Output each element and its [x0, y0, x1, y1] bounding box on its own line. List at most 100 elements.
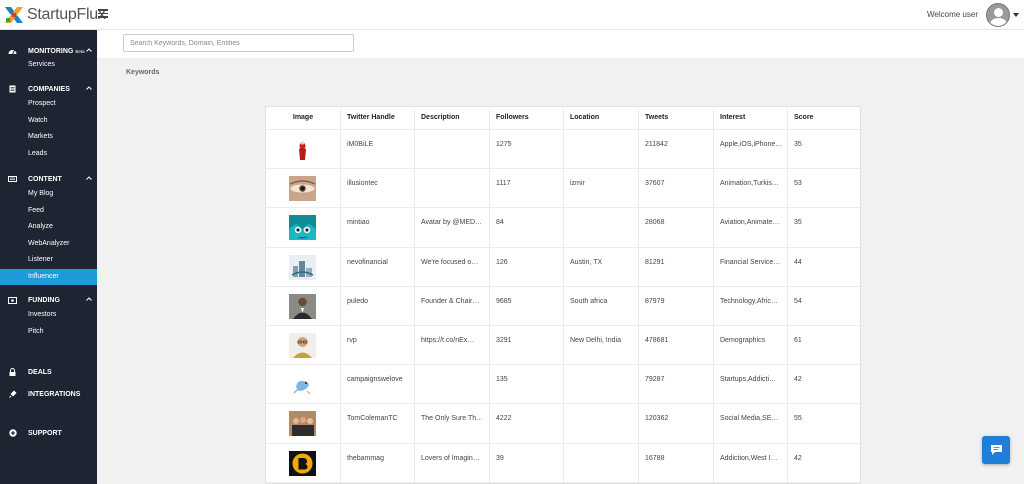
table-row[interactable]: puledo Founder & Chair… 9685 South africa 87…	[266, 286, 860, 326]
description-cell: Avatar by @MED…	[415, 208, 490, 247]
table-row[interactable]: mintiao Avatar by @MED… 84 28068 Aviation,An…	[266, 208, 860, 248]
tweets-cell: 478681	[639, 326, 714, 365]
profile-image[interactable]	[289, 137, 316, 162]
location-cell	[564, 208, 639, 247]
sidebar-header-support[interactable]: SUPPORT	[0, 426, 97, 440]
sidebar-section-title: DEALS	[28, 368, 52, 376]
sidebar-header-monitoring[interactable]: MONITORING Beta	[0, 44, 97, 58]
sidebar-item-feed[interactable]: Feed	[0, 203, 97, 220]
followers-cell: 126	[490, 247, 564, 286]
influencer-table: Image Twitter Handle Description Followe…	[265, 106, 861, 484]
table-row[interactable]: iM0BiLE 1275 211842 Apple,iOS,iPhone… 35	[266, 130, 860, 170]
table-row[interactable]: campaignswelove 135 79287 Startups,Addicti……	[266, 365, 860, 405]
sidebar: MONITORING Beta Services COMPANIES Prosp…	[0, 30, 97, 484]
image-cell	[266, 169, 341, 208]
sidebar-header-funding[interactable]: FUNDING	[0, 293, 97, 307]
chevron-up-icon	[86, 47, 92, 53]
caret-down-icon[interactable]	[1013, 13, 1019, 17]
location-cell: New Delhi, India	[564, 326, 639, 365]
twitter-handle-cell: thebammag	[341, 443, 415, 482]
sidebar-item-listener[interactable]: Listener	[0, 252, 97, 269]
column-header-location[interactable]: Location	[564, 107, 639, 129]
twitter-handle-cell: illusiontec	[341, 169, 415, 208]
tweets-cell: 37607	[639, 169, 714, 208]
sidebar-item-investors[interactable]: Investors	[0, 307, 97, 324]
chevron-up-icon	[86, 175, 92, 181]
profile-image[interactable]	[289, 372, 316, 398]
sidebar-section-title: FUNDING	[28, 296, 60, 304]
sidebar-item-influencer[interactable]: Influencer	[0, 268, 97, 285]
table-row[interactable]: nevofinancial We're focused o… 126 Austin, …	[266, 247, 860, 287]
description-cell	[415, 365, 490, 404]
tweets-cell: 28068	[639, 208, 714, 247]
profile-image[interactable]	[289, 176, 316, 202]
table-row[interactable]: TomColemanTC The Only Sure Th… 4222 120362 S…	[266, 404, 860, 444]
image-cell	[266, 443, 341, 482]
description-cell: Lovers of Imagin…	[415, 443, 490, 482]
description-cell	[415, 169, 490, 208]
column-header-tweets[interactable]: Tweets	[639, 107, 714, 129]
table-row[interactable]: rvp https://t.co/nEx… 3291 New Delhi, India…	[266, 326, 860, 366]
tweets-cell: 79287	[639, 365, 714, 404]
sidebar-header-deals[interactable]: DEALS	[0, 365, 97, 379]
sidebar-header-companies[interactable]: COMPANIES	[0, 82, 97, 96]
location-cell	[564, 130, 639, 169]
twitter-handle-cell: iM0BiLE	[341, 130, 415, 169]
chat-button[interactable]	[982, 436, 1010, 464]
sidebar-item-my-blog[interactable]: My Blog	[0, 186, 97, 203]
sidebar-item-services[interactable]: Services	[0, 58, 97, 72]
app-logo[interactable]: StartupFlux	[4, 5, 106, 25]
tweets-cell: 120362	[639, 404, 714, 443]
sidebar-item-prospect[interactable]: Prospect	[0, 96, 97, 113]
description-cell: The Only Sure Th…	[415, 404, 490, 443]
table-row[interactable]: illusiontec 1117 izmir 37607 Animation,Turki…	[266, 169, 860, 209]
profile-image[interactable]	[289, 293, 316, 319]
top-bar: StartupFlux Welcome user	[0, 0, 1024, 30]
profile-image[interactable]	[289, 215, 316, 241]
startupflux-logo-icon	[4, 5, 24, 25]
profile-image[interactable]	[289, 411, 316, 437]
interest-cell: Animation,Turkis…	[714, 169, 788, 208]
interest-cell: Financial Service…	[714, 247, 788, 286]
interest-cell: Demographics	[714, 326, 788, 365]
user-avatar[interactable]	[986, 3, 1010, 27]
menu-toggle-icon[interactable]	[98, 9, 108, 18]
sidebar-item-pitch[interactable]: Pitch	[0, 324, 97, 341]
sidebar-section-funding: FUNDING Investors Pitch	[0, 293, 97, 340]
column-header-interest[interactable]: Interest	[714, 107, 788, 129]
column-header-score[interactable]: Score	[788, 107, 860, 129]
dashboard-icon	[8, 47, 17, 55]
interest-cell: Aviation,Animate…	[714, 208, 788, 247]
plus-circle-icon	[8, 429, 17, 437]
tweets-cell: 211842	[639, 130, 714, 169]
followers-cell: 9685	[490, 286, 564, 325]
tweets-cell: 81291	[639, 247, 714, 286]
table-row[interactable]: thebammag Lovers of Imagin… 39 16788 Addicti…	[266, 443, 860, 483]
profile-image[interactable]	[289, 450, 316, 476]
location-cell	[564, 443, 639, 482]
score-cell: 54	[794, 297, 802, 305]
image-cell	[266, 208, 341, 247]
sidebar-section-title: COMPANIES	[28, 85, 70, 93]
sidebar-item-analyze[interactable]: Analyze	[0, 219, 97, 236]
image-cell	[266, 130, 341, 169]
search-input[interactable]	[123, 34, 354, 52]
score-cell: 35	[794, 219, 802, 227]
followers-cell: 3291	[490, 326, 564, 365]
profile-image[interactable]	[289, 333, 316, 358]
score-cell: 42	[794, 454, 802, 462]
column-header-followers[interactable]: Followers	[490, 107, 564, 129]
sidebar-item-markets[interactable]: Markets	[0, 129, 97, 146]
sidebar-item-leads[interactable]: Leads	[0, 146, 97, 163]
interest-cell: Apple,iOS,iPhone…	[714, 130, 788, 169]
column-header-description[interactable]: Description	[415, 107, 490, 129]
plug-icon	[8, 390, 17, 398]
score-cell: 53	[794, 180, 802, 188]
sidebar-item-watch[interactable]: Watch	[0, 113, 97, 130]
sidebar-item-webanalyzer[interactable]: WebAnalyzer	[0, 236, 97, 253]
sidebar-header-content[interactable]: CONTENT	[0, 172, 97, 186]
column-header-twitter-handle[interactable]: Twitter Handle	[341, 107, 415, 129]
column-header-image[interactable]: Image	[266, 107, 341, 129]
profile-image[interactable]	[289, 254, 316, 280]
sidebar-header-integrations[interactable]: INTEGRATIONS	[0, 387, 97, 401]
